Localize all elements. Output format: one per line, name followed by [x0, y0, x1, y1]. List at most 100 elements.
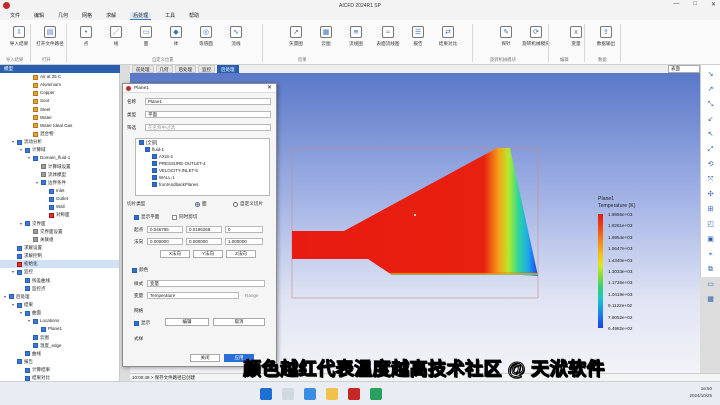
menu-postprocess[interactable]: 后处理 — [130, 11, 152, 20]
tree-item[interactable]: ▾ Locations — [0, 317, 119, 325]
view-tool-icon[interactable]: ⤡ — [706, 100, 716, 110]
ribbon-btn-report[interactable]: ☰ 报告 — [402, 26, 434, 47]
clip-checkbox[interactable]: 同时剪切 — [172, 214, 197, 220]
tree-item[interactable]: Air at 25 C — [0, 73, 119, 81]
tree-item[interactable]: 流体模型 — [0, 171, 119, 179]
view-tool-icon[interactable]: ↙ — [706, 115, 716, 125]
view-tool-icon[interactable]: ▣ — [706, 235, 716, 245]
aicfd-taskbar-icon[interactable] — [348, 388, 360, 400]
model-tree[interactable]: Air at 25 C Aluminium Copper Soot Steel Water… — [0, 73, 120, 405]
ribbon-btn-plane[interactable]: ▭ 面 — [130, 26, 162, 47]
menu-solve[interactable]: 求解 — [106, 12, 116, 19]
mesh-display-checkbox[interactable]: 显示 — [134, 320, 150, 326]
tree-item[interactable]: 交界面设置 — [0, 228, 119, 236]
tree-item[interactable]: Water Ideal Gas — [0, 122, 119, 130]
close-icon[interactable]: ✕ — [711, 1, 716, 8]
main-tab[interactable]: 后处理 — [217, 65, 239, 73]
menu-mesh[interactable]: 网格 — [82, 12, 92, 19]
view-tool-icon[interactable]: ⤧ — [706, 175, 716, 185]
view-tool-icon[interactable]: ▭ — [706, 280, 716, 290]
tree-item[interactable]: 混合物 — [0, 130, 119, 138]
ribbon-btn-streamline-plot[interactable]: ≋ 流线图 — [340, 26, 372, 47]
origin-x-input[interactable]: 0.046795 — [147, 226, 183, 233]
ribbon-btn-export[interactable]: ⇪ 数据输出 — [590, 26, 622, 47]
style-select[interactable]: 变量 — [147, 280, 265, 287]
slice-type-custom-radio[interactable]: 自定义切片 — [233, 201, 263, 207]
main-tab[interactable]: 前处理 — [132, 65, 154, 73]
selection-item[interactable]: PRESSURE-OUTLET-4 — [136, 160, 269, 167]
tree-item[interactable]: 云图 — [0, 334, 119, 342]
menu-help[interactable]: 帮助 — [189, 12, 199, 19]
selection-item[interactable]: WALL-1 — [136, 174, 269, 181]
slice-type-plane-radio[interactable]: 面 — [195, 201, 207, 207]
tree-item[interactable]: Steel — [0, 106, 119, 114]
z-normal-button[interactable]: Z法向 — [226, 250, 256, 258]
browser-icon[interactable] — [304, 388, 316, 400]
tree-item[interactable]: Water — [0, 114, 119, 122]
tree-item[interactable]: Copper — [0, 89, 119, 97]
selection-item[interactable]: AXIS-2 — [136, 153, 269, 160]
name-input[interactable]: Plane1 — [145, 98, 271, 105]
selection-item[interactable]: fluid-1 — [136, 146, 269, 153]
view-mode-select[interactable]: 表面 — [668, 65, 700, 73]
ribbon-btn-probe[interactable]: ✎ 探针 — [490, 26, 522, 47]
maximize-icon[interactable]: □ — [693, 1, 697, 8]
tree-item[interactable]: 求解控制 — [0, 252, 119, 260]
tree-item[interactable]: 报告 — [0, 358, 119, 366]
variable-select[interactable]: Temperature — [147, 292, 239, 299]
menu-tools[interactable]: 工具 — [165, 12, 175, 19]
filter-input[interactable]: 在名称中过滤 — [145, 124, 271, 131]
tree-item[interactable]: 监控点 — [0, 285, 119, 293]
dialog-close-button[interactable]: 关闭 — [190, 354, 220, 362]
ribbon-btn-contour[interactable]: ▦ 云图 — [310, 26, 342, 47]
color-checkbox[interactable]: 颜色 — [132, 267, 148, 273]
view-tool-icon[interactable]: ↗ — [706, 85, 716, 95]
tree-item[interactable]: Aluminium — [0, 81, 119, 89]
tree-item[interactable]: ▾ Domain_fluid-1 — [0, 154, 119, 162]
main-tab[interactable]: 监控 — [198, 65, 215, 73]
y-normal-button[interactable]: Y法向 — [193, 250, 223, 258]
tree-item[interactable]: ▾ 结果 — [0, 301, 119, 309]
view-tool-icon[interactable]: ✣ — [706, 190, 716, 200]
tree-item[interactable]: 计算域设置 — [0, 163, 119, 171]
type-select[interactable]: 平面 — [145, 111, 271, 118]
menu-edit[interactable]: 编辑 — [34, 12, 44, 19]
view-tool-icon[interactable]: ⤢ — [706, 145, 716, 155]
tree-item[interactable]: 对称面 — [0, 211, 119, 219]
tree-item[interactable]: ▾ 流动分析 — [0, 138, 119, 146]
tree-item[interactable]: ▾ 后处理 — [0, 293, 119, 301]
main-tab[interactable]: 后处理 — [174, 65, 196, 73]
origin-y-input[interactable]: 0.0196268 — [186, 226, 222, 233]
view-tool-icon[interactable]: ⟲ — [706, 160, 716, 170]
normal-z-input[interactable]: 1.000000 — [225, 238, 263, 245]
view-tool-icon[interactable]: ◰ — [706, 220, 716, 230]
selection-item[interactable]: frontAndbackPlanes — [136, 181, 269, 188]
view-tool-icon[interactable]: ⌖ — [706, 250, 716, 260]
normal-y-input[interactable]: 0.000000 — [186, 238, 222, 245]
minimize-icon[interactable]: — — [673, 1, 679, 8]
start-icon[interactable] — [260, 388, 272, 400]
menu-file[interactable]: 文件 — [10, 12, 20, 19]
show-plane-checkbox[interactable]: 显示平面 — [134, 214, 159, 220]
app-taskbar-icon[interactable] — [370, 388, 382, 400]
ribbon-btn-point[interactable]: • 点 — [70, 26, 102, 47]
tree-item[interactable]: ▾ 边界条件 — [0, 179, 119, 187]
tree-item[interactable]: 求解设置 — [0, 244, 119, 252]
origin-z-input[interactable]: 0 — [225, 226, 263, 233]
tree-item[interactable]: 关联组 — [0, 236, 119, 244]
view-tool-icon[interactable]: ↘ — [706, 70, 716, 80]
tree-item[interactable]: ▾ 曲面 — [0, 309, 119, 317]
tree-item[interactable]: ▾ 交界面 — [0, 220, 119, 228]
dialog-close-icon[interactable]: ✕ — [267, 84, 272, 93]
tree-item[interactable]: Inlet — [0, 187, 119, 195]
menu-geometry[interactable]: 几何 — [58, 12, 68, 19]
surface-selection-list[interactable]: [全部] fluid-1 AXIS-2 PRESSURE-OUTLET-4 VELOCI… — [135, 138, 270, 196]
tree-item[interactable]: Wall — [0, 203, 119, 211]
file-explorer-icon[interactable] — [326, 388, 338, 400]
selection-item[interactable]: VELOCITY-INLET-5 — [136, 167, 269, 174]
ribbon-btn-folder[interactable]: ▤ 打开文件路径 — [34, 26, 66, 47]
tree-item[interactable]: ▾ 计算域 — [0, 146, 119, 154]
ribbon-btn-line[interactable]: ／线 — [100, 26, 132, 47]
tree-item[interactable]: ▾ 监控 — [0, 268, 119, 276]
mesh-cancel-button[interactable]: 取消 — [213, 318, 265, 326]
